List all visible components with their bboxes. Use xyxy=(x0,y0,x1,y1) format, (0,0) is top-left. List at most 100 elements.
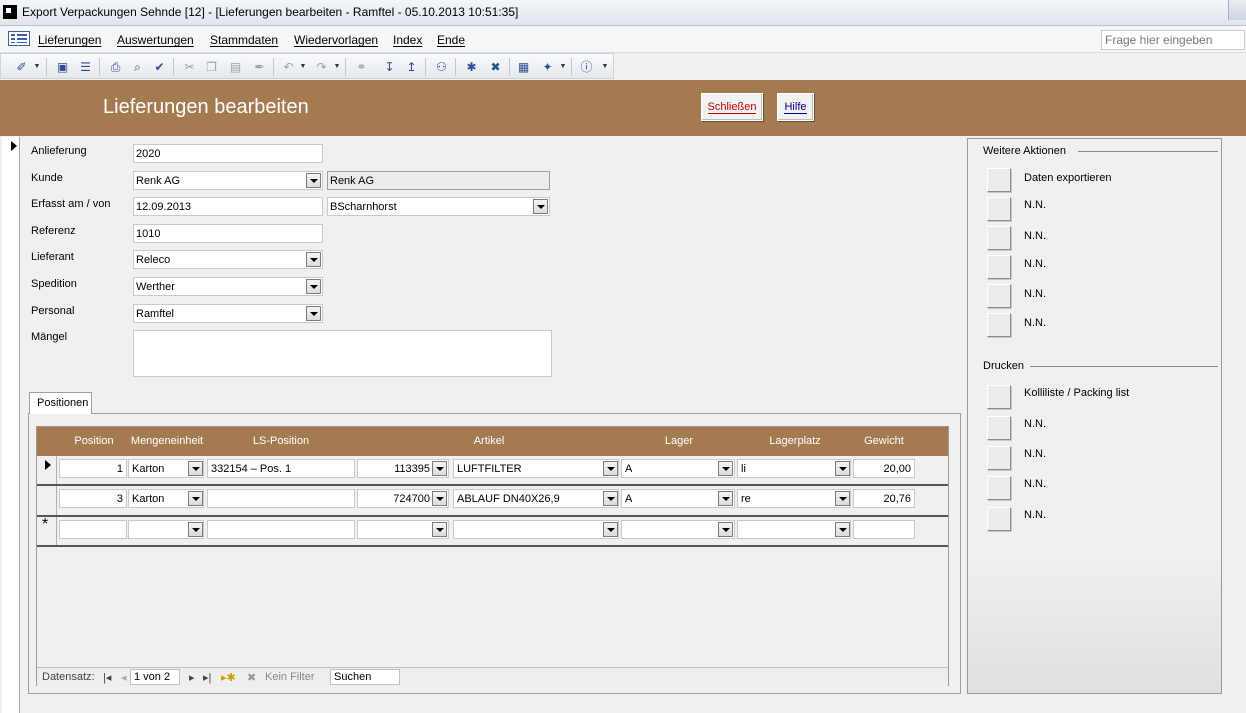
cut-icon[interactable]: ✂ xyxy=(181,58,198,75)
menu-stammdaten[interactable]: Stammdaten xyxy=(210,33,278,47)
cell-lagerplatz-new[interactable] xyxy=(737,520,851,539)
action-button-2[interactable] xyxy=(987,197,1011,221)
sort-ascending-icon[interactable]: ↧ xyxy=(381,58,398,75)
action-button-5[interactable] xyxy=(987,284,1011,308)
menu-auswertungen[interactable]: Auswertungen xyxy=(117,33,194,47)
lager-dropdown-icon[interactable] xyxy=(718,491,733,506)
mengeneinheit-dropdown-icon[interactable] xyxy=(188,461,203,476)
cell-lagerplatz[interactable]: li xyxy=(737,459,851,478)
row-selector[interactable] xyxy=(37,486,57,515)
personal-dropdown-icon[interactable] xyxy=(306,306,321,321)
hyperlink-icon[interactable]: ⚭ xyxy=(353,58,370,75)
referenz-field[interactable]: 1010 xyxy=(133,224,323,243)
cell-gewicht[interactable]: 20,00 xyxy=(853,459,915,478)
save-icon[interactable]: ▣ xyxy=(54,58,71,75)
filter-toggle-button[interactable]: Kein Filter xyxy=(265,671,315,683)
help-icon[interactable]: ⓘ xyxy=(578,58,595,75)
menu-index[interactable]: Index xyxy=(393,33,422,47)
artikel-nr-dropdown-icon[interactable] xyxy=(432,461,447,476)
cell-lagerplatz[interactable]: re xyxy=(737,489,851,508)
new-object-dropdown-icon[interactable]: ▼ xyxy=(559,58,567,75)
print-button-5[interactable] xyxy=(987,507,1011,531)
help-search-input[interactable]: Frage hier eingeben xyxy=(1101,30,1245,50)
artikel-dropdown-icon[interactable] xyxy=(603,522,618,537)
print-preview-icon[interactable]: ⌕ xyxy=(129,58,146,75)
filter-icon[interactable]: ✖ xyxy=(247,671,256,684)
new-object-icon[interactable]: ✦ xyxy=(539,58,556,75)
database-window-icon[interactable]: ▦ xyxy=(515,58,532,75)
mengeneinheit-dropdown-icon[interactable] xyxy=(188,491,203,506)
cell-position-new[interactable] xyxy=(59,520,127,539)
cell-ls-position-new[interactable] xyxy=(207,520,355,539)
delete-record-icon[interactable]: ✖ xyxy=(487,58,504,75)
sort-descending-icon[interactable]: ↥ xyxy=(403,58,420,75)
action-button-4[interactable] xyxy=(987,255,1011,279)
cell-position[interactable]: 3 xyxy=(59,489,127,508)
find-icon[interactable]: ⚇ xyxy=(433,58,450,75)
action-button-3[interactable] xyxy=(987,226,1011,250)
redo-icon[interactable]: ↷ xyxy=(313,58,330,75)
undo-dropdown-icon[interactable]: ▼ xyxy=(299,58,307,75)
print-button-4[interactable] xyxy=(987,476,1011,500)
first-record-icon[interactable]: |◂ xyxy=(103,671,111,684)
previous-record-icon[interactable]: ◂ xyxy=(121,671,127,684)
next-record-icon[interactable]: ▸ xyxy=(189,671,195,684)
mengeneinheit-dropdown-icon[interactable] xyxy=(188,522,203,537)
lieferant-dropdown-icon[interactable] xyxy=(306,252,321,267)
kunde-combo[interactable]: Renk AG xyxy=(133,171,323,190)
action-button-6[interactable] xyxy=(987,313,1011,337)
lager-dropdown-icon[interactable] xyxy=(718,522,733,537)
lagerplatz-dropdown-icon[interactable] xyxy=(835,491,850,506)
print-icon[interactable]: ⎙ xyxy=(107,58,124,75)
menu-wiedervorlagen[interactable]: Wiedervorlagen xyxy=(294,33,378,47)
spedition-dropdown-icon[interactable] xyxy=(306,279,321,294)
menu-ende[interactable]: Ende xyxy=(437,33,465,47)
print-button-3[interactable] xyxy=(987,446,1011,470)
cell-artikel[interactable]: LUFTFILTER xyxy=(453,459,619,478)
record-number-input[interactable]: 1 von 2 xyxy=(130,669,180,685)
form-menu-icon[interactable] xyxy=(8,31,30,46)
cell-artikel[interactable]: ABLAUF DN40X26,9 xyxy=(453,489,619,508)
tab-positionen[interactable]: Positionen xyxy=(29,392,92,414)
artikel-dropdown-icon[interactable] xyxy=(603,461,618,476)
format-painter-icon[interactable]: ✒ xyxy=(251,58,268,75)
toolbar-options-icon[interactable]: ▼ xyxy=(601,58,609,75)
close-button[interactable]: Schließen xyxy=(701,93,763,121)
kolliliste-print-button[interactable] xyxy=(987,385,1011,409)
lager-dropdown-icon[interactable] xyxy=(718,461,733,476)
maengel-textarea[interactable] xyxy=(133,330,552,377)
redo-dropdown-icon[interactable]: ▼ xyxy=(333,58,341,75)
erfasst-am-field[interactable]: 12.09.2013 xyxy=(133,197,323,216)
cell-position[interactable]: 1 xyxy=(59,459,127,478)
window-control-button[interactable] xyxy=(1228,0,1246,20)
new-record-nav-icon[interactable]: ▸✱ xyxy=(221,671,236,684)
cell-gewicht-new[interactable] xyxy=(853,520,915,539)
lagerplatz-dropdown-icon[interactable] xyxy=(835,522,850,537)
personal-combo[interactable]: Ramftel xyxy=(133,304,323,323)
lagerplatz-dropdown-icon[interactable] xyxy=(835,461,850,476)
copy-icon[interactable]: ❐ xyxy=(203,58,220,75)
cell-ls-position[interactable] xyxy=(207,489,355,508)
undo-icon[interactable]: ↶ xyxy=(280,58,297,75)
record-selector[interactable] xyxy=(2,137,20,713)
cell-ls-position[interactable]: 332154 – Pos. 1 xyxy=(207,459,355,478)
artikel-nr-dropdown-icon[interactable] xyxy=(432,491,447,506)
cell-gewicht[interactable]: 20,76 xyxy=(853,489,915,508)
erfasst-von-combo[interactable]: BScharnhorst xyxy=(327,197,550,216)
paste-icon[interactable]: ▤ xyxy=(227,58,244,75)
design-view-dropdown-icon[interactable]: ▼ xyxy=(33,58,41,75)
help-button[interactable]: Hilfe xyxy=(777,93,814,121)
menu-lieferungen[interactable]: Lieferungen xyxy=(38,33,101,47)
kunde-dropdown-icon[interactable] xyxy=(306,173,321,188)
design-view-icon[interactable]: ✐ xyxy=(13,58,30,75)
daten-exportieren-button[interactable] xyxy=(987,168,1011,192)
erfasst-von-dropdown-icon[interactable] xyxy=(533,199,548,214)
anlieferung-field[interactable]: 2020 xyxy=(133,144,323,163)
last-record-icon[interactable]: ▸| xyxy=(203,671,211,684)
artikel-dropdown-icon[interactable] xyxy=(603,491,618,506)
file-search-icon[interactable]: ☰ xyxy=(77,58,94,75)
lieferant-combo[interactable]: Releco xyxy=(133,250,323,269)
new-record-icon[interactable]: ✱ xyxy=(463,58,480,75)
spedition-combo[interactable]: Werther xyxy=(133,277,323,296)
cell-artikel-new[interactable] xyxy=(453,520,619,539)
